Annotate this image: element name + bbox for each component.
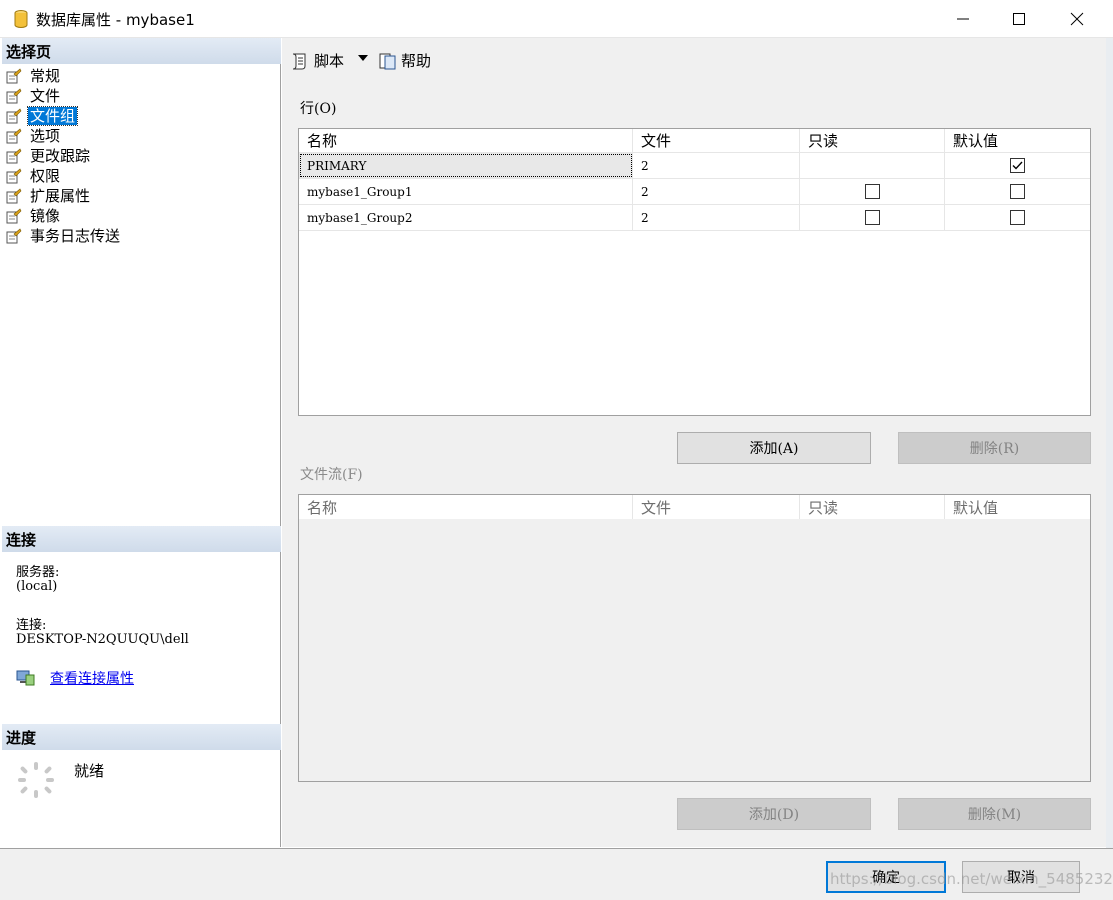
cell-files[interactable]: 2 bbox=[633, 153, 800, 178]
help-button[interactable]: 帮助 bbox=[378, 50, 431, 71]
cell-files[interactable]: 2 bbox=[633, 179, 800, 204]
minimize-button[interactable] bbox=[935, 0, 991, 38]
page-wrench-icon bbox=[6, 168, 22, 184]
rows-group-label: 行(O) bbox=[300, 101, 337, 117]
cell-name[interactable]: PRIMARY bbox=[299, 153, 633, 178]
page-item[interactable]: 镜像 bbox=[6, 206, 62, 226]
page-wrench-icon bbox=[6, 108, 22, 124]
cell-name[interactable]: mybase1_Group2 bbox=[299, 205, 633, 230]
page-item-label: 更改跟踪 bbox=[30, 147, 91, 165]
server-value: (local) bbox=[16, 579, 58, 594]
page-wrench-icon bbox=[6, 208, 22, 224]
filegroup-grid-body: 名称 文件 只读 默认值 PRIMARY 2 mybase1_Group1 2 myba… bbox=[299, 129, 1090, 415]
server-label: 服务器: bbox=[16, 565, 60, 580]
filestream-grid-header: 名称 文件 只读 默认值 bbox=[299, 495, 1090, 519]
page-item[interactable]: 扩展属性 bbox=[6, 186, 92, 206]
cell-files[interactable]: 2 bbox=[633, 205, 800, 230]
script-icon bbox=[290, 52, 310, 70]
page-item-label: 文件 bbox=[30, 87, 61, 105]
progress-status: 就绪 bbox=[74, 762, 105, 780]
maximize-button[interactable] bbox=[991, 0, 1047, 38]
page-wrench-icon bbox=[6, 68, 22, 84]
page-item[interactable]: 常规 bbox=[6, 66, 62, 86]
default-checkbox[interactable] bbox=[1010, 158, 1025, 173]
progress-spinner-icon bbox=[16, 760, 56, 800]
page-item-label: 权限 bbox=[30, 167, 61, 185]
connection-properties-icon bbox=[16, 669, 36, 687]
add-filestream-button[interactable]: 添加(D) bbox=[677, 798, 871, 830]
column-header-readonly[interactable]: 只读 bbox=[800, 129, 945, 152]
page-item[interactable]: 文件组 bbox=[6, 106, 79, 126]
cell-default[interactable] bbox=[945, 205, 1090, 230]
cell-name[interactable]: mybase1_Group1 bbox=[299, 179, 633, 204]
page-wrench-icon bbox=[6, 228, 22, 244]
filegroup-grid: 名称 文件 只读 默认值 PRIMARY 2 mybase1_Group1 2 myba… bbox=[298, 128, 1091, 416]
readonly-checkbox[interactable] bbox=[864, 184, 880, 199]
column-header-files[interactable]: 文件 bbox=[633, 129, 800, 152]
grid-header-row: 名称 文件 只读 默认值 bbox=[299, 129, 1090, 153]
remove-filegroup-button[interactable]: 删除(R) bbox=[898, 432, 1091, 464]
filestream-column-header-name: 名称 bbox=[299, 495, 633, 519]
view-connection-properties-link[interactable]: 查看连接属性 bbox=[50, 668, 134, 688]
cell-default[interactable] bbox=[945, 153, 1090, 178]
table-row[interactable]: mybase1_Group2 2 bbox=[299, 205, 1090, 231]
page-item-label: 扩展属性 bbox=[30, 187, 91, 205]
column-header-name[interactable]: 名称 bbox=[299, 129, 633, 152]
database-icon bbox=[14, 10, 28, 28]
page-item-label: 选项 bbox=[30, 127, 61, 145]
left-pane: 选择页 常规 文件 文件组 选项 更改跟踪 权限 扩展属性 镜像 事务日志传送 连接 服务器: … bbox=[2, 38, 281, 847]
filestream-header-row: 名称 文件 只读 默认值 bbox=[299, 495, 1090, 519]
default-checkbox[interactable] bbox=[1010, 184, 1025, 199]
table-row[interactable]: mybase1_Group1 2 bbox=[299, 179, 1090, 205]
table-row[interactable]: PRIMARY 2 bbox=[299, 153, 1090, 179]
column-header-default[interactable]: 默认值 bbox=[945, 129, 1090, 152]
readonly-checkbox[interactable] bbox=[864, 210, 880, 225]
page-wrench-icon bbox=[6, 88, 22, 104]
page-item[interactable]: 权限 bbox=[6, 166, 62, 186]
cell-default[interactable] bbox=[945, 179, 1090, 204]
add-filegroup-button[interactable]: 添加(A) bbox=[677, 432, 871, 464]
toolbar: 脚本 帮助 bbox=[282, 38, 1106, 84]
window-title: 数据库属性 - mybase1 bbox=[36, 11, 195, 29]
page-item-label: 常规 bbox=[30, 67, 61, 85]
page-item-label: 文件组 bbox=[26, 106, 79, 126]
page-wrench-icon bbox=[6, 128, 22, 144]
watermark-text: https://blog.csdn.net/weixin_54852327 bbox=[830, 870, 1113, 888]
filestream-column-header-default: 默认值 bbox=[953, 498, 999, 517]
remove-filestream-button[interactable]: 删除(M) bbox=[898, 798, 1091, 830]
page-item[interactable]: 更改跟踪 bbox=[6, 146, 92, 166]
page-item-label: 事务日志传送 bbox=[30, 227, 121, 245]
cell-readonly[interactable] bbox=[800, 205, 945, 230]
script-label: 脚本 bbox=[314, 52, 345, 70]
connection-label: 连接: bbox=[16, 618, 47, 633]
right-pane: 脚本 帮助 行(O) 名称 文件 只读 默认值 PRIMARY 2 mybase1_… bbox=[282, 38, 1106, 847]
page-item-label: 镜像 bbox=[30, 207, 61, 225]
filestream-grid: 名称 文件 只读 默认值 bbox=[298, 494, 1091, 782]
filegroup-rows: PRIMARY 2 mybase1_Group1 2 mybase1_Group2 2 bbox=[299, 153, 1090, 231]
script-dropdown-chevron-icon[interactable] bbox=[358, 55, 368, 61]
cell-readonly[interactable] bbox=[800, 153, 945, 178]
default-checkbox[interactable] bbox=[1010, 210, 1025, 225]
connection-value: DESKTOP-N2QUUQU\dell bbox=[16, 632, 189, 647]
page-wrench-icon bbox=[6, 148, 22, 164]
title-bar: 数据库属性 - mybase1 bbox=[0, 0, 1113, 38]
filestream-column-header-readonly: 只读 bbox=[800, 495, 945, 519]
background-window-strip bbox=[1106, 38, 1113, 848]
page-item[interactable]: 选项 bbox=[6, 126, 62, 146]
select-page-header: 选择页 bbox=[2, 38, 281, 64]
connection-header: 连接 bbox=[2, 526, 281, 552]
close-button[interactable] bbox=[1049, 0, 1105, 38]
cell-readonly[interactable] bbox=[800, 179, 945, 204]
help-label: 帮助 bbox=[401, 52, 432, 70]
filestream-column-header-files: 文件 bbox=[633, 495, 800, 519]
filestream-group-label: 文件流(F) bbox=[300, 467, 363, 483]
help-icon bbox=[378, 52, 398, 70]
page-item[interactable]: 文件 bbox=[6, 86, 62, 106]
page-item[interactable]: 事务日志传送 bbox=[6, 226, 122, 246]
script-button[interactable]: 脚本 bbox=[290, 50, 344, 71]
page-wrench-icon bbox=[6, 188, 22, 204]
progress-header: 进度 bbox=[2, 724, 281, 750]
